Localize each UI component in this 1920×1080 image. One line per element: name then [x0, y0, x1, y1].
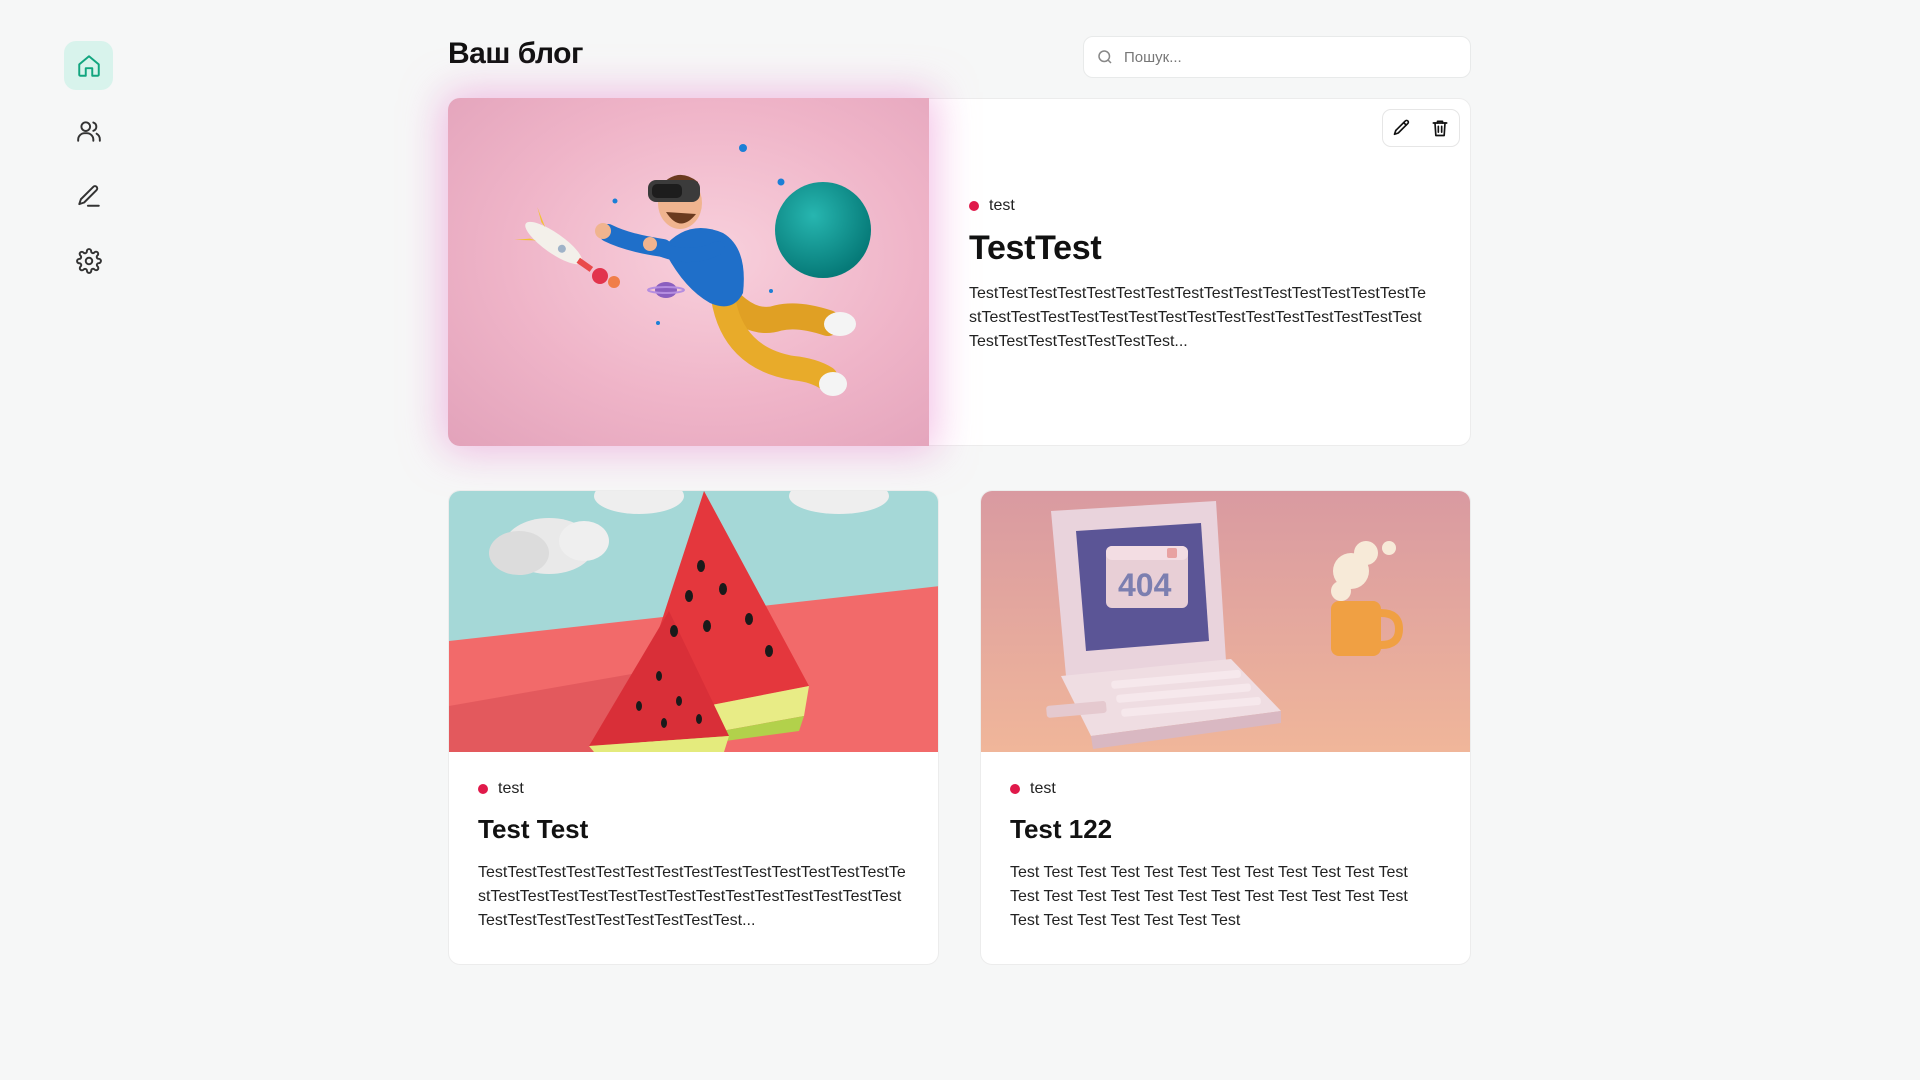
search-icon [1098, 50, 1112, 64]
post-title[interactable]: TestTest [969, 229, 1430, 268]
gear-icon [75, 247, 102, 274]
post-tag[interactable]: test [969, 197, 1430, 215]
nav-home[interactable] [64, 41, 113, 90]
tag-dot [969, 201, 979, 211]
featured-post-body: test TestTest TestTestTestTestTestTestTe… [929, 99, 1470, 445]
tag-label: test [498, 780, 524, 797]
tag-dot [478, 784, 488, 794]
post-actions [1382, 109, 1460, 147]
sidebar [64, 41, 113, 301]
page-title: Ваш блог [448, 37, 583, 70]
post-image: 404 [981, 491, 1470, 752]
watermelon-illustration [449, 491, 938, 752]
post-tag[interactable]: test [1010, 780, 1441, 798]
post-title[interactable]: Test Test [478, 814, 909, 845]
pencil-icon [1393, 119, 1410, 136]
search-box[interactable] [1083, 36, 1471, 78]
error-code-text: 404 [1118, 567, 1172, 603]
edit-button[interactable] [1389, 115, 1415, 141]
post-excerpt: TestTestTestTestTestTestTestTestTestTest… [478, 864, 906, 929]
post-image [449, 491, 938, 752]
post-excerpt: TestTestTestTestTestTestTestTestTestTest… [969, 285, 1427, 350]
tag-dot [1010, 784, 1020, 794]
delete-button[interactable] [1427, 115, 1453, 141]
vr-man-illustration [514, 144, 871, 396]
post-tag[interactable]: test [478, 780, 909, 798]
pen-icon [77, 184, 100, 207]
tag-label: test [1030, 780, 1056, 797]
post-card[interactable]: test Test Test TestTestTestTestTestTestT… [448, 490, 939, 965]
featured-post-card[interactable]: test TestTest TestTestTestTestTestTestTe… [448, 98, 1471, 446]
trash-icon [1432, 120, 1448, 137]
retro-computer-illustration: 404 [981, 491, 1470, 752]
nav-users[interactable] [64, 106, 113, 155]
post-title[interactable]: Test 122 [1010, 814, 1441, 845]
users-icon [76, 120, 101, 142]
post-body: test Test Test TestTestTestTestTestTestT… [449, 752, 938, 933]
search-input[interactable] [1122, 47, 1466, 67]
post-excerpt: Test Test Test Test Test Test Test Test … [1010, 864, 1408, 929]
post-body: test Test 122 Test Test Test Test Test T… [981, 752, 1470, 933]
featured-post-image [448, 98, 929, 446]
nav-write[interactable] [64, 171, 113, 220]
post-card[interactable]: 404 test Test 122 Test Test Test Test Te… [980, 490, 1471, 965]
nav-settings[interactable] [64, 236, 113, 285]
tag-label: test [989, 197, 1015, 214]
home-icon [77, 54, 100, 77]
